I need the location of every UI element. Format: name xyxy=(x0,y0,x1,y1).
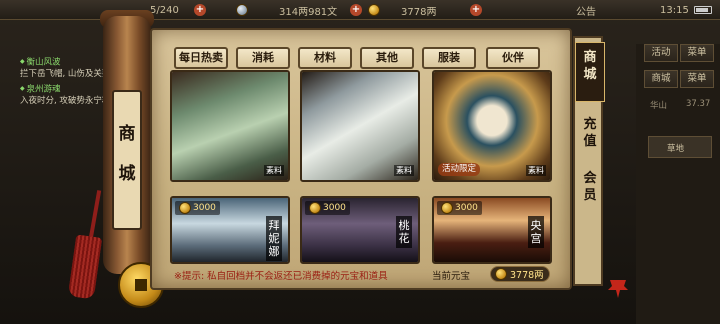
current-yuanbao-label: 当前元宝 xyxy=(432,271,471,282)
silver-readout: 314两981文 xyxy=(236,2,337,18)
material-tag: 素料 xyxy=(526,165,546,176)
stamina-readout: 5/240 xyxy=(150,2,179,18)
tab-costumes[interactable]: 服装 xyxy=(422,47,476,69)
plus-icon: + xyxy=(194,4,206,16)
material-tag: 素料 xyxy=(394,165,414,176)
menu-button[interactable]: 菜单 xyxy=(680,44,714,62)
silver-icon xyxy=(236,4,248,16)
side-tab-shop[interactable]: 商 城 xyxy=(575,42,605,102)
companion-card[interactable]: 3000 央宫 xyxy=(432,196,552,264)
companion-name: 桃花 xyxy=(396,216,412,248)
current-yuanbao-box: 3778两 xyxy=(490,266,550,282)
quest-desc: 入夜时分, 攻破势永宁郡 xyxy=(20,96,111,106)
companion-name: 央宫 xyxy=(528,216,544,248)
tab-other[interactable]: 其他 xyxy=(360,47,414,69)
announcement-label: 公告 xyxy=(576,6,596,18)
price-tag: 3000 xyxy=(175,201,220,215)
costume-art xyxy=(172,72,288,180)
right-side-panel: 活动 菜单 商城 菜单 华山 37.37 草地 xyxy=(636,44,720,324)
silver-value: 314两981文 xyxy=(279,6,338,18)
current-yuanbao-value: 3778两 xyxy=(510,270,544,281)
companion-card[interactable]: 3000 桃花 xyxy=(300,196,420,264)
price-value: 3000 xyxy=(193,203,216,213)
side-tab-char: 商 xyxy=(583,50,597,65)
costume-art xyxy=(302,72,418,180)
map-slot-label: 草地 xyxy=(667,144,685,154)
yuanbao-icon xyxy=(368,4,380,16)
yuanbao-icon xyxy=(495,268,507,280)
companion-name: 拜妮娜 xyxy=(266,216,282,261)
event-button[interactable]: 活动 xyxy=(644,44,678,62)
yuanbao-readout: 3778两 xyxy=(368,2,436,18)
side-tab-recharge[interactable]: 充 值 xyxy=(575,116,605,156)
tab-daily-sale[interactable]: 每日热卖 xyxy=(174,47,228,69)
tab-companions[interactable]: 伙伴 xyxy=(486,47,540,69)
clock: 13:15 xyxy=(660,2,689,18)
location-label: 华山 xyxy=(650,101,668,111)
yuanbao-icon xyxy=(441,202,453,214)
tab-consumables[interactable]: 消耗 xyxy=(236,47,290,69)
side-tab-char: 值 xyxy=(583,134,597,149)
game-logo-stamp xyxy=(606,276,630,302)
side-tab-char: 员 xyxy=(583,188,597,203)
shop-button[interactable]: 商城 xyxy=(644,70,678,88)
map-slot[interactable]: 草地 xyxy=(648,136,712,158)
scroll-title-plaque: 商 城 xyxy=(112,90,142,230)
add-silver-button[interactable]: + xyxy=(350,2,362,18)
battery-icon xyxy=(694,2,712,18)
shop-item-card[interactable]: 素料 xyxy=(300,70,420,182)
shop-item-card[interactable]: 活动限定 素料 xyxy=(432,70,552,182)
yuanbao-icon xyxy=(179,202,191,214)
tab-materials[interactable]: 材料 xyxy=(298,47,352,69)
quest-title[interactable]: 泉州游魂 xyxy=(20,83,112,96)
side-tab-strip: 商 城 充 值 会 员 xyxy=(573,36,605,286)
menu-button-2[interactable]: 菜单 xyxy=(680,70,714,88)
side-tab-membership[interactable]: 会 员 xyxy=(575,170,605,210)
scroll-title-char: 商 xyxy=(118,124,136,144)
refund-tip: ※提示: 私自回档并不会返还已消费掉的元宝和道具 xyxy=(174,271,388,282)
side-tab-char: 充 xyxy=(583,117,597,132)
limited-badge: 活动限定 xyxy=(438,163,481,176)
announcement-button[interactable]: 公告 xyxy=(576,2,596,18)
side-tab-char: 城 xyxy=(583,67,597,82)
plus-icon: + xyxy=(470,4,482,16)
stamina-value: 5/240 xyxy=(150,4,179,16)
yuanbao-value: 3778两 xyxy=(401,6,437,18)
side-tab-char: 会 xyxy=(583,171,597,186)
yuanbao-icon xyxy=(309,202,321,214)
quest-desc: 拦下岳飞帽, 山伤及关要 xyxy=(20,68,111,79)
clock-value: 13:15 xyxy=(660,4,689,16)
quest-title[interactable]: 衡山风波 xyxy=(20,56,112,69)
quest-tracker[interactable]: 衡山风波 拦下岳飞帽, 山伤及关要 泉州游魂 入夜时分, 攻破势永宁郡 xyxy=(20,56,112,108)
material-tag: 素料 xyxy=(264,165,284,176)
price-value: 3000 xyxy=(455,203,478,213)
plus-icon: + xyxy=(350,4,362,16)
coords-label: 37.37 xyxy=(686,99,711,109)
price-tag: 3000 xyxy=(305,201,350,215)
add-yuanbao-button[interactable]: + xyxy=(470,2,482,18)
companion-card[interactable]: 3000 拜妮娜 xyxy=(170,196,290,264)
price-tag: 3000 xyxy=(437,201,482,215)
scroll-title-char: 城 xyxy=(118,164,136,184)
shop-item-card[interactable]: 素料 xyxy=(170,70,290,182)
price-value: 3000 xyxy=(323,203,346,213)
add-stamina-button[interactable]: + xyxy=(194,2,206,18)
